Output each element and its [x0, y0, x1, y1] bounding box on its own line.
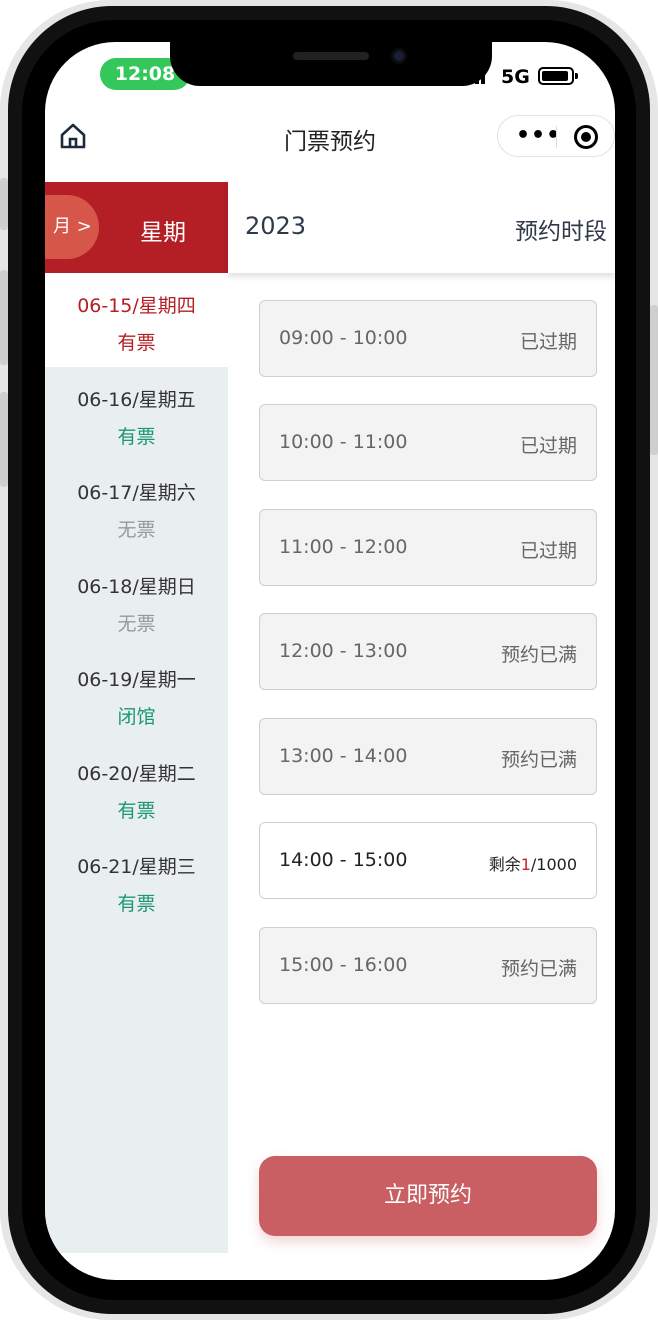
notch [170, 42, 492, 86]
time-slot[interactable]: 11:00 - 12:00 已过期 [259, 509, 597, 586]
ticket-status: 无票 [117, 519, 156, 541]
reserve-now-button[interactable]: 立即预约 [259, 1156, 597, 1236]
time-slot-available[interactable]: 14:00 - 15:00 剩余1/1000 [259, 822, 597, 899]
time-slot[interactable]: 13:00 - 14:00 预约已满 [259, 718, 597, 795]
ticket-status: 有票 [117, 800, 156, 822]
year-label: 2023 [245, 212, 307, 240]
date-label: 06-16/星期五 [77, 389, 196, 411]
ticket-status: 有票 [117, 332, 156, 354]
date-item[interactable]: 06-15/星期四 有票 [45, 273, 228, 367]
month-toggle-button[interactable]: 月 > [45, 195, 99, 259]
slot-time: 14:00 - 15:00 [279, 849, 408, 871]
speaker [293, 52, 369, 60]
slot-remaining: 剩余1/1000 [489, 851, 577, 875]
slot-time: 15:00 - 16:00 [279, 954, 408, 976]
slot-status: 预约已满 [500, 958, 577, 980]
ticket-status: 无票 [117, 613, 156, 635]
time-slot[interactable]: 12:00 - 13:00 预约已满 [259, 613, 597, 690]
slot-time: 09:00 - 10:00 [279, 327, 408, 349]
date-item[interactable]: 06-17/星期六 无票 [45, 460, 228, 554]
time-slot[interactable]: 15:00 - 16:00 预约已满 [259, 927, 597, 1004]
slot-time: 10:00 - 11:00 [279, 431, 408, 453]
side-button [0, 178, 8, 230]
screen: 12:08 5G 门票预约 ••• 月 > 星期 2023 预约时段 06-15… [45, 42, 615, 1280]
side-button [650, 305, 658, 455]
date-item[interactable]: 06-18/星期日 无票 [45, 554, 228, 648]
side-button [0, 270, 8, 365]
slot-status: 预约已满 [500, 644, 577, 666]
date-label: 06-20/星期二 [77, 763, 196, 785]
ticket-status: 有票 [117, 426, 156, 448]
slot-status: 已过期 [519, 540, 577, 562]
date-header: 月 > 星期 [45, 182, 228, 273]
time-slot[interactable]: 09:00 - 10:00 已过期 [259, 300, 597, 377]
slot-status: 已过期 [519, 435, 577, 457]
slot-time: 12:00 - 13:00 [279, 640, 408, 662]
date-item[interactable]: 06-16/星期五 有票 [45, 367, 228, 461]
date-label: 06-17/星期六 [77, 482, 196, 504]
slot-time: 11:00 - 12:00 [279, 536, 408, 558]
mini-program-capsule: ••• [497, 115, 615, 157]
side-button [0, 392, 8, 487]
slot-status: 预约已满 [500, 749, 577, 771]
week-label: 星期 [140, 220, 186, 246]
close-target-icon[interactable] [574, 125, 598, 149]
date-label: 06-15/星期四 [77, 295, 196, 317]
date-item[interactable]: 06-20/星期二 有票 [45, 741, 228, 835]
date-label: 06-19/星期一 [77, 669, 196, 691]
date-label: 06-18/星期日 [77, 576, 196, 598]
ticket-status: 有票 [117, 893, 156, 915]
battery-icon [538, 67, 578, 85]
date-item[interactable]: 06-21/星期三 有票 [45, 834, 228, 928]
slot-status: 已过期 [519, 331, 577, 353]
remaining-count: 1 [520, 855, 531, 874]
capsule-divider [556, 126, 557, 148]
date-label: 06-21/星期三 [77, 856, 196, 878]
camera [391, 48, 407, 64]
date-item[interactable]: 06-19/星期一 闭馆 [45, 647, 228, 741]
slot-header-label: 预约时段 [515, 219, 607, 245]
more-icon[interactable]: ••• [516, 125, 561, 147]
remaining-prefix: 剩余 [488, 855, 521, 874]
network-label: 5G [501, 66, 530, 88]
capacity: /1000 [530, 855, 577, 874]
slot-header-bar: 2023 预约时段 [228, 182, 615, 273]
ticket-status: 闭馆 [117, 706, 156, 728]
slot-time: 13:00 - 14:00 [279, 745, 408, 767]
date-sidebar: 06-15/星期四 有票 06-16/星期五 有票 06-17/星期六 无票 0… [45, 273, 228, 1253]
time-slot[interactable]: 10:00 - 11:00 已过期 [259, 404, 597, 481]
